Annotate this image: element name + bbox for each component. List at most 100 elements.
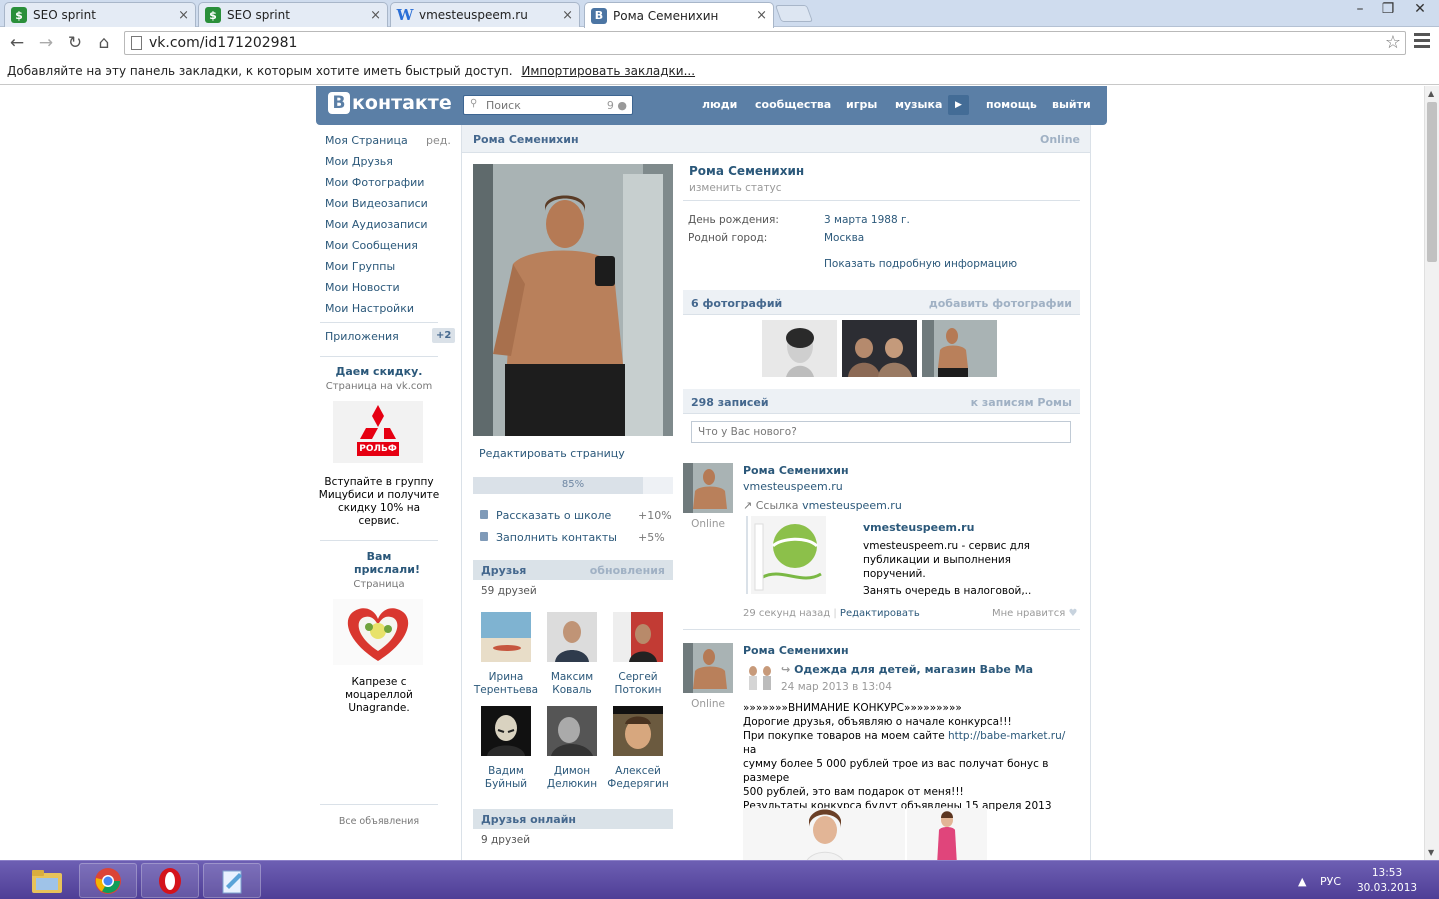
nav-help[interactable]: помощь	[986, 98, 1037, 111]
menu-apps[interactable]: Приложения	[325, 330, 399, 343]
edit-link[interactable]: ред.	[426, 134, 451, 147]
nav-music[interactable]: музыка	[895, 98, 942, 111]
friend-card[interactable]: Ирина Терентьева	[473, 612, 539, 697]
post-photo[interactable]	[743, 808, 905, 860]
birthday-value[interactable]: 3 марта 1988 г.	[824, 214, 910, 226]
address-bar[interactable]: vk.com/id171202981 ☆	[124, 31, 1406, 55]
wall-filter-link[interactable]: к записям Ромы	[971, 396, 1072, 409]
post-author-name[interactable]: Рома Семенихин	[743, 644, 849, 657]
close-tab-icon[interactable]: ×	[178, 8, 189, 23]
new-tab-button[interactable]	[774, 5, 814, 22]
post-photo[interactable]	[907, 808, 987, 860]
notepad-taskbar-button[interactable]	[203, 863, 261, 898]
post-edit-link[interactable]: Редактировать	[840, 608, 920, 619]
link-preview-image[interactable]	[751, 516, 826, 594]
photo-thumb[interactable]	[842, 320, 917, 377]
tab-vmesteuspeem[interactable]: W vmesteuspeem.ru ×	[390, 2, 580, 27]
close-tab-icon[interactable]: ×	[370, 8, 381, 23]
chrome-taskbar-button[interactable]	[79, 863, 137, 898]
clock[interactable]: 13:53 30.03.2013	[1352, 866, 1422, 896]
explorer-taskbar-button[interactable]	[18, 863, 76, 898]
repost-date[interactable]: 24 мар 2013 в 13:04	[781, 681, 892, 693]
menu-my-photos[interactable]: Мои Фотографии	[325, 176, 424, 189]
repost-title[interactable]: ↪ Одежда для детей, магазин Babe Ma	[781, 663, 1033, 676]
like-button[interactable]: Мне нравится ♥	[992, 608, 1077, 619]
menu-my-videos[interactable]: Мои Видеозаписи	[325, 197, 428, 210]
menu-my-groups[interactable]: Мои Группы	[325, 260, 395, 273]
ad-caprese[interactable]: Вам прислали! Страница Капрезе с моцарел…	[316, 550, 442, 720]
maximize-button[interactable]: ❐	[1374, 0, 1402, 20]
change-status-link[interactable]: изменить статус	[689, 182, 782, 194]
tray-expand-icon[interactable]: ▲	[1298, 875, 1306, 888]
page-scrollbar[interactable]: ▲ ▼	[1424, 86, 1439, 860]
minimize-button[interactable]: –	[1346, 0, 1374, 20]
nav-communities[interactable]: сообщества	[755, 98, 831, 111]
friends-updates-link[interactable]: обновления	[590, 564, 665, 577]
home-button[interactable]: ⌂	[93, 32, 115, 54]
close-tab-icon[interactable]: ×	[562, 8, 573, 23]
friend-card[interactable]: Максим Коваль	[539, 612, 605, 697]
nav-games[interactable]: игры	[846, 98, 877, 111]
friends-count[interactable]: 59 друзей	[481, 585, 537, 597]
ad-image: РОЛЬФ	[333, 401, 423, 463]
reload-button[interactable]: ↻	[64, 32, 86, 54]
scroll-down-icon[interactable]: ▼	[1428, 848, 1434, 857]
back-button[interactable]: ←	[6, 32, 28, 54]
post-url-link[interactable]: http://babe-market.ru/	[948, 730, 1065, 742]
nav-logout[interactable]: выйти	[1052, 98, 1091, 111]
scroll-up-icon[interactable]: ▲	[1428, 89, 1434, 98]
post-author-name[interactable]: Рома Семенихин	[743, 464, 849, 477]
city-value[interactable]: Москва	[824, 232, 864, 244]
edit-page-link[interactable]: Редактировать страницу	[479, 447, 625, 460]
profile-avatar[interactable]	[473, 164, 673, 436]
friend-card[interactable]: Димон Делюкин	[539, 706, 605, 791]
wall-post-input[interactable]: Что у Вас нового?	[691, 421, 1071, 443]
language-indicator[interactable]: РУС	[1320, 875, 1341, 888]
ad-rolf[interactable]: Даем скидку. Страница на vk.com РОЛЬФ Вс…	[316, 365, 442, 535]
all-ads-link[interactable]: Все объявления	[316, 816, 442, 827]
task-school[interactable]: Рассказать о школе	[480, 509, 611, 522]
menu-my-news[interactable]: Мои Новости	[325, 281, 400, 294]
tab-title: SEO sprint	[227, 8, 290, 22]
friend-card[interactable]: Сергей Потокин	[605, 612, 671, 697]
menu-my-messages[interactable]: Мои Сообщения	[325, 239, 418, 252]
close-tab-icon[interactable]: ×	[756, 8, 767, 23]
import-bookmarks-link[interactable]: Импортировать закладки...	[521, 64, 695, 78]
menu-my-audio[interactable]: Мои Аудиозаписи	[325, 218, 428, 231]
tab-vk-profile[interactable]: B Рома Семенихин ×	[584, 2, 774, 28]
close-window-button[interactable]: ✕	[1402, 0, 1438, 20]
friends-online-count[interactable]: 9 друзей	[481, 834, 530, 846]
photo-thumb[interactable]	[762, 320, 837, 377]
post-author-avatar[interactable]	[683, 463, 733, 513]
friends-online-header[interactable]: Друзья онлайн	[473, 809, 673, 829]
post-author-avatar[interactable]	[683, 643, 733, 693]
menu-my-page[interactable]: Моя Страница	[325, 134, 408, 147]
nav-people[interactable]: люди	[702, 98, 737, 111]
post-link-domain[interactable]: vmesteuspeem.ru	[802, 499, 902, 512]
bookmark-star-icon[interactable]: ☆	[1385, 32, 1401, 53]
photo-thumb[interactable]	[922, 320, 997, 377]
add-photos-link[interactable]: добавить фотографии	[929, 297, 1072, 310]
search-input[interactable]: ⚲ Поиск 9 ●	[463, 95, 633, 115]
scrollbar-thumb[interactable]	[1427, 102, 1437, 262]
tab-seo-sprint-1[interactable]: $ SEO sprint ×	[4, 2, 196, 27]
friends-section-header[interactable]: Друзья обновления	[473, 560, 673, 580]
chrome-menu-icon[interactable]	[1414, 33, 1430, 49]
repost-source-avatar[interactable]	[744, 663, 776, 691]
apps-badge[interactable]: +2	[432, 328, 456, 343]
menu-my-friends[interactable]: Мои Друзья	[325, 155, 393, 168]
vk-logo[interactable]: В контакте	[328, 92, 452, 114]
opera-taskbar-button[interactable]	[141, 863, 199, 898]
tab-seo-sprint-2[interactable]: $ SEO sprint ×	[198, 2, 388, 27]
wall-section-header[interactable]: 298 записей к записям Ромы	[683, 389, 1080, 414]
link-card-title[interactable]: vmesteuspeem.ru	[863, 521, 974, 534]
task-contacts[interactable]: Заполнить контакты	[480, 531, 617, 544]
photos-section-header[interactable]: 6 фотографий добавить фотографии	[683, 290, 1080, 315]
play-icon[interactable]: ▶	[948, 95, 969, 115]
menu-my-settings[interactable]: Мои Настройки	[325, 302, 414, 315]
post-source[interactable]: vmesteuspeem.ru	[743, 480, 843, 493]
friend-card[interactable]: Алексей Федерягин	[605, 706, 671, 791]
friend-card[interactable]: Вадим Буйный	[473, 706, 539, 791]
forward-button[interactable]: →	[35, 32, 57, 54]
show-details-link[interactable]: Показать подробную информацию	[824, 258, 1017, 270]
